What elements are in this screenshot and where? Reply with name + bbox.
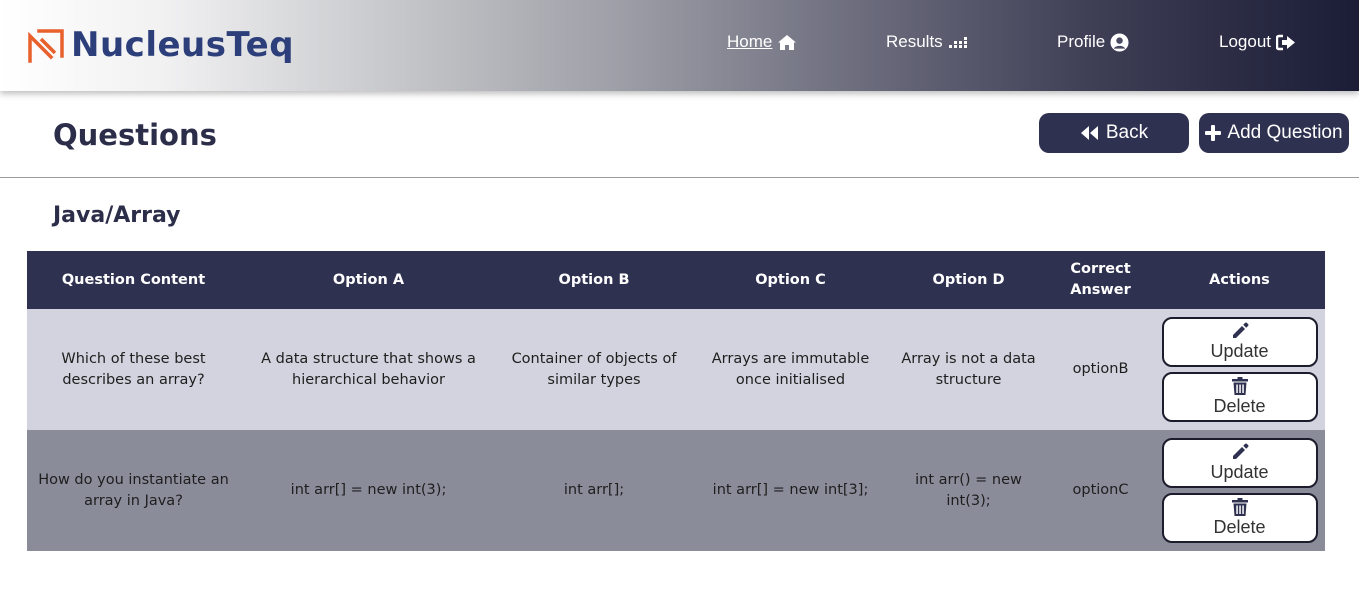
add-question-button[interactable]: Add Question [1199,113,1349,153]
nav-logout-label: Logout [1219,32,1271,51]
nav-profile-label: Profile [1057,32,1106,51]
nav-home[interactable]: Home [727,30,797,54]
add-question-label: Add Question [1227,122,1343,143]
user-circle-icon [1110,32,1129,52]
nucleusteq-logo-icon [28,29,64,63]
question-content-cell: How do you instantiate an array in Java? [38,471,229,509]
category-subtitle: Java/Array [53,203,181,228]
backward-icon [1080,126,1098,140]
option-b-cell: int arr[]; [563,482,625,498]
header-option-c: Option C [755,271,826,288]
header-question-content: Question Content [61,271,206,288]
update-button[interactable]: Update [1161,438,1318,488]
actions-cell: Update Delete [1154,430,1325,551]
update-label: Update [1210,462,1269,482]
delete-label: Delete [1213,517,1266,537]
actions-cell: Update Delete [1154,309,1325,430]
nav-logout[interactable]: Logout [1219,30,1296,54]
brand-logo[interactable]: NucleusTeq [27,24,294,66]
option-a-cell: int arr[] = new int(3); [290,482,447,498]
nav-results[interactable]: Results [886,30,970,54]
table-row: How do you instantiate an array in Java?… [27,430,1325,551]
option-b-cell: Container of objects of similar types [511,350,677,388]
pencil-icon [1232,322,1248,338]
back-button[interactable]: Back [1039,113,1189,153]
option-c-cell: int arr[] = new int[3]; [712,482,869,498]
trash-icon [1231,498,1248,516]
pencil-icon [1232,443,1248,459]
header-option-a: Option A [332,271,405,288]
nav-results-label: Results [886,32,943,51]
delete-button[interactable]: Delete [1161,372,1318,422]
header-actions: Actions [1209,271,1270,288]
update-button[interactable]: Update [1161,317,1318,367]
top-navbar: NucleusTeq Home Results Profile Logout [0,0,1359,91]
option-c-cell: Arrays are immutable once initialised [711,350,870,388]
brand-name: NucleusTeq [71,25,295,65]
page-title: Questions [53,118,217,152]
option-d-cell: Array is not a data structure [901,350,1036,388]
questions-table: Question Content Option A Option B Optio… [27,251,1325,551]
trash-icon [1231,377,1248,395]
back-button-label: Back [1105,122,1149,143]
table-header: Question Content Option A Option B Optio… [27,251,1325,309]
divider [0,177,1359,178]
delete-label: Delete [1213,396,1266,416]
delete-button[interactable]: Delete [1161,493,1318,543]
option-d-cell: int arr() = new int(3); [915,471,1022,509]
plus-icon [1205,125,1222,141]
header-option-d: Option D [932,271,1005,288]
question-content-cell: Which of these best describes an array? [61,350,206,388]
option-a-cell: A data structure that shows a hierarchic… [261,350,476,388]
header-correct-answer: Correct Answer [1070,261,1131,298]
correct-answer-cell: optionC [1072,482,1129,498]
table-row: Which of these best describes an array? … [27,309,1325,430]
nav-profile[interactable]: Profile [1057,30,1129,54]
correct-answer-cell: optionB [1072,361,1129,377]
home-icon [778,34,797,50]
results-chart-icon [948,37,967,48]
header-option-b: Option B [558,271,630,288]
sign-out-icon [1276,34,1295,50]
nav-home-label: Home [727,32,773,51]
update-label: Update [1210,341,1269,361]
